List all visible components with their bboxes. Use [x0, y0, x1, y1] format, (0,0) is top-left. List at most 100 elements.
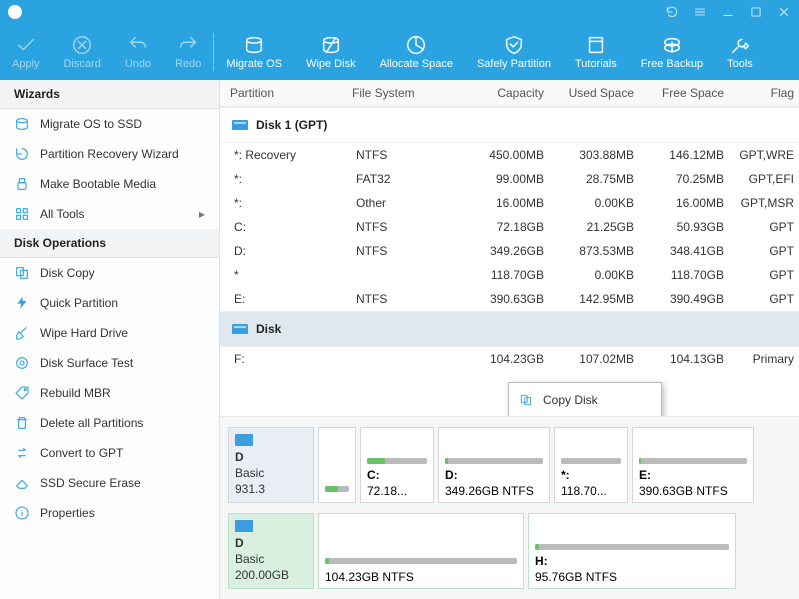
partition-row[interactable]: *118.70GB0.00KB118.70GBGPTNone — [220, 263, 799, 287]
shield-icon — [503, 34, 525, 56]
partition-row[interactable]: *:FAT3299.00MB28.75MB70.25MBGPT,EFISyste… — [220, 167, 799, 191]
usb-icon — [14, 176, 30, 192]
partition-row[interactable]: C:NTFS72.18GB21.25GB50.93GBGPTBoot — [220, 215, 799, 239]
apply-button: Apply — [0, 24, 52, 80]
partition-block[interactable] — [318, 427, 356, 503]
sidebar-item-label: Make Bootable Media — [40, 177, 156, 191]
sidebar-item-convert-to-gpt[interactable]: Convert to GPT — [0, 438, 219, 468]
wipe-icon — [320, 34, 342, 56]
column-header[interactable]: Free Space — [640, 86, 730, 100]
disk-icon — [243, 34, 265, 56]
ctx-initialize-disk: Initialize Disk — [509, 413, 661, 416]
sidebar-item-properties[interactable]: Properties — [0, 498, 219, 528]
disk-name: Disk 1 (GPT) — [256, 118, 327, 132]
sidebar-item-label: Migrate OS to SSD — [40, 117, 142, 131]
sidebar: Wizards Migrate OS to SSD Partition Recove… — [0, 80, 220, 599]
disk-name: Disk — [256, 322, 281, 336]
partition-block[interactable]: *:118.70... — [554, 427, 628, 503]
partition-block[interactable]: H:95.76GB NTFS — [528, 513, 736, 589]
convert-icon — [14, 445, 30, 461]
column-header[interactable]: Capacity — [460, 86, 550, 100]
bolt-icon — [14, 295, 30, 311]
sidebar-item-label: Convert to GPT — [40, 446, 123, 460]
ctx-label: Copy Disk — [543, 393, 598, 407]
sidebar-item-label: All Tools — [40, 207, 84, 221]
ctx-copy-disk[interactable]: Copy Disk — [509, 387, 661, 413]
column-header[interactable]: Flag — [730, 86, 799, 100]
minimize-icon[interactable] — [721, 5, 735, 19]
partition-block[interactable]: 104.23GB NTFS — [318, 513, 524, 589]
partition-block[interactable]: D:349.26GB NTFS — [438, 427, 550, 503]
migrate-os-button[interactable]: Migrate OS — [214, 24, 294, 80]
tutorials-button[interactable]: Tutorials — [563, 24, 629, 80]
sidebar-item-delete-all-partitions[interactable]: Delete all Partitions — [0, 408, 219, 438]
cloud-icon — [661, 34, 683, 56]
tag-icon — [14, 385, 30, 401]
refresh-icon[interactable] — [665, 5, 679, 19]
redo-icon — [177, 34, 199, 56]
partition-block[interactable]: E:390.63GB NTFS — [632, 427, 754, 503]
allocate-space-button[interactable]: Allocate Space — [368, 24, 465, 80]
broom-icon — [14, 325, 30, 341]
column-header[interactable]: Used Space — [550, 86, 640, 100]
disk-icon — [235, 434, 253, 446]
sidebar-item-quick-partition[interactable]: Quick Partition — [0, 288, 219, 318]
copy-icon — [14, 265, 30, 281]
wrench-icon — [729, 34, 751, 56]
disk-card-info[interactable]: DBasic931.3 — [228, 427, 314, 503]
column-header[interactable]: Partition — [230, 86, 352, 100]
partition-row[interactable]: F:104.23GB107.02MB104.13GBPrimaryActive — [220, 347, 799, 371]
redo-button: Redo — [163, 24, 213, 80]
disk-header[interactable]: Disk — [220, 311, 799, 347]
discard-button: Discard — [52, 24, 113, 80]
grid-icon — [14, 206, 30, 222]
sidebar-item-label: Properties — [40, 506, 95, 520]
sidebar-item-disk-surface-test[interactable]: Disk Surface Test — [0, 348, 219, 378]
sidebar-item-wipe-hard-drive[interactable]: Wipe Hard Drive — [0, 318, 219, 348]
book-icon — [585, 34, 607, 56]
partition-row[interactable]: *:Other16.00MB0.00KB16.00MBGPT,MSRNone — [220, 191, 799, 215]
close-icon[interactable] — [777, 5, 791, 19]
sidebar-item-rebuild-mbr[interactable]: Rebuild MBR — [0, 378, 219, 408]
sidebar-item-label: Quick Partition — [40, 296, 118, 310]
toolbar: ApplyDiscardUndoRedoMigrate OSWipe DiskA… — [0, 24, 799, 80]
menu-icon[interactable] — [693, 5, 707, 19]
sidebar-item-label: SSD Secure Erase — [40, 476, 141, 490]
disk-card: DBasic931.3 C:72.18...D:349.26GB NTFS*:11… — [228, 427, 791, 503]
sidebar-header: Wizards — [0, 80, 219, 109]
partition-list: Disk 1 (GPT) *: RecoveryNTFS450.00MB303.8… — [220, 107, 799, 416]
free-backup-button[interactable]: Free Backup — [629, 24, 715, 80]
sidebar-item-migrate-os-ssd[interactable]: Migrate OS to SSD — [0, 109, 219, 139]
disk-card-info[interactable]: DBasic200.00GB — [228, 513, 314, 589]
trash-icon — [14, 415, 30, 431]
disk-map: DBasic931.3 C:72.18...D:349.26GB NTFS*:11… — [220, 416, 799, 599]
sidebar-item-label: Delete all Partitions — [40, 416, 143, 430]
target-icon — [14, 355, 30, 371]
partition-row[interactable]: E:NTFS390.63GB142.95MB390.49GBGPTNone — [220, 287, 799, 311]
column-headers: PartitionFile SystemCapacityUsed SpaceFr… — [220, 80, 799, 107]
partition-row[interactable]: *: RecoveryNTFS450.00MB303.88MB146.12MBG… — [220, 143, 799, 167]
disk-header[interactable]: Disk 1 (GPT) — [220, 107, 799, 143]
chevron-right-icon: ▸ — [199, 207, 205, 221]
sidebar-item-disk-copy[interactable]: Disk Copy — [0, 258, 219, 288]
safely-partition-button[interactable]: Safely Partition — [465, 24, 563, 80]
disk-icon — [235, 520, 253, 532]
wipe-disk-button[interactable]: Wipe Disk — [294, 24, 368, 80]
sidebar-item-partition-recovery[interactable]: Partition Recovery Wizard — [0, 139, 219, 169]
sidebar-item-ssd-secure-erase[interactable]: SSD Secure Erase — [0, 468, 219, 498]
app-logo-icon — [8, 5, 22, 19]
sidebar-item-make-bootable[interactable]: Make Bootable Media — [0, 169, 219, 199]
partition-row[interactable]: D:NTFS349.26GB873.53MB348.41GBGPTNone — [220, 239, 799, 263]
column-header[interactable]: File System — [352, 86, 460, 100]
disk-icon — [232, 120, 248, 130]
sidebar-item-label: Wipe Hard Drive — [40, 326, 128, 340]
undo-button: Undo — [113, 24, 163, 80]
sidebar-item-label: Rebuild MBR — [40, 386, 111, 400]
maximize-icon[interactable] — [749, 5, 763, 19]
partition-block[interactable]: C:72.18... — [360, 427, 434, 503]
undo-icon — [127, 34, 149, 56]
check-icon — [15, 34, 37, 56]
tools-button[interactable]: Tools — [715, 24, 765, 80]
sidebar-item-all-tools[interactable]: All Tools ▸ — [0, 199, 219, 229]
disk-card: DBasic200.00GB104.23GB NTFSH:95.76GB NTF… — [228, 513, 791, 589]
